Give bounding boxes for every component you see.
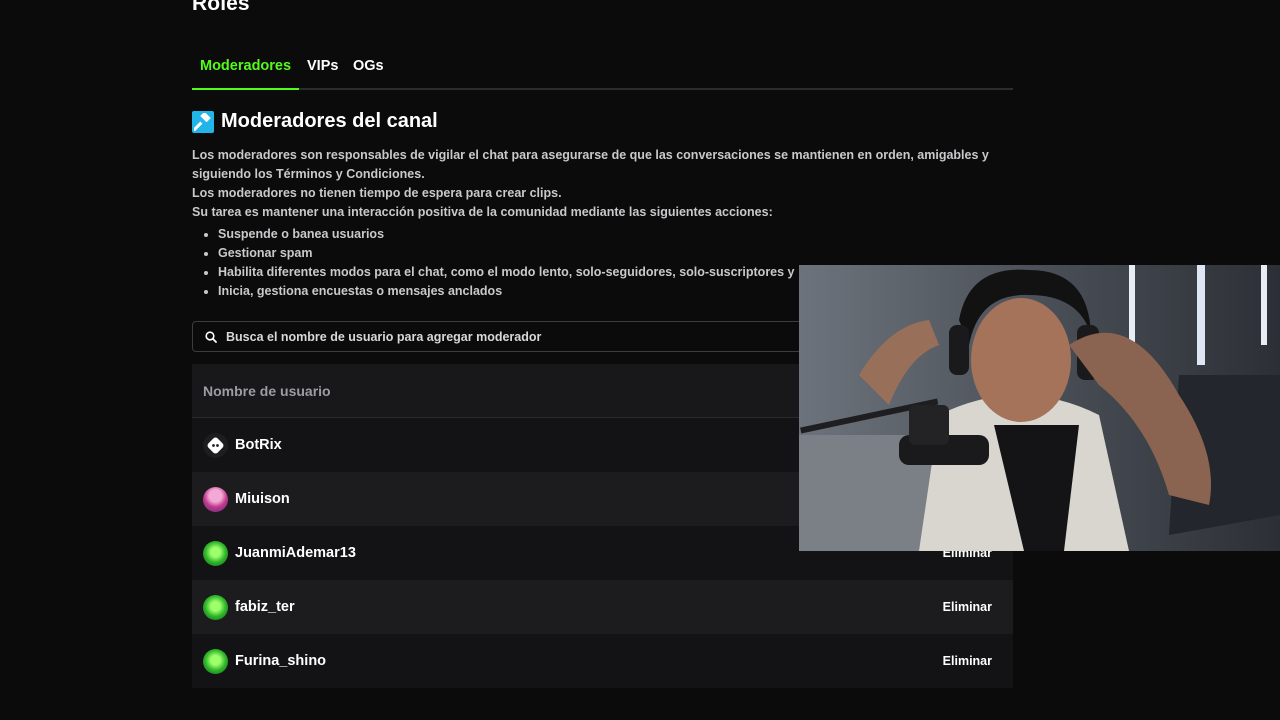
action-item: Gestionar spam <box>218 244 1012 263</box>
username[interactable]: Furina_shino <box>235 653 326 669</box>
webcam-overlay <box>799 265 1280 551</box>
tab-moderadores[interactable]: Moderadores <box>200 58 291 74</box>
green-avatar-icon <box>203 594 228 620</box>
username[interactable]: JuanmiAdemar13 <box>235 545 356 561</box>
username[interactable]: Miuison <box>235 491 290 507</box>
search-icon <box>205 330 217 343</box>
table-row: Furina_shino Eliminar <box>192 634 1013 688</box>
tab-vips[interactable]: VIPs <box>307 58 338 74</box>
hammer-icon <box>192 110 214 133</box>
username[interactable]: BotRix <box>235 437 282 453</box>
section-title: Moderadores del canal <box>221 110 438 132</box>
section-header: Moderadores del canal <box>192 110 438 133</box>
tab-ogs[interactable]: OGs <box>353 58 384 74</box>
roles-tabs: Moderadores VIPs OGs <box>192 50 1013 90</box>
description-line: Los moderadores son responsables de vigi… <box>192 148 989 181</box>
green-avatar-icon <box>203 648 228 674</box>
page-title: Roles <box>192 0 250 15</box>
column-header-username: Nombre de usuario <box>203 382 331 399</box>
description-line: Su tarea es mantener una interacción pos… <box>192 205 773 219</box>
remove-button[interactable]: Eliminar <box>933 593 1002 621</box>
active-tab-indicator <box>192 88 299 90</box>
green-avatar-icon <box>203 540 228 566</box>
username[interactable]: fabiz_ter <box>235 599 295 615</box>
description-line: Los moderadores no tienen tiempo de espe… <box>192 186 562 200</box>
roles-page: Roles Moderadores VIPs OGs Moderadores d… <box>0 0 1280 720</box>
remove-button[interactable]: Eliminar <box>933 647 1002 675</box>
bot-avatar-icon <box>203 432 228 458</box>
table-row: fabiz_ter Eliminar <box>192 580 1013 634</box>
action-item: Suspende o banea usuarios <box>218 225 1012 244</box>
pink-avatar-icon <box>203 486 228 512</box>
